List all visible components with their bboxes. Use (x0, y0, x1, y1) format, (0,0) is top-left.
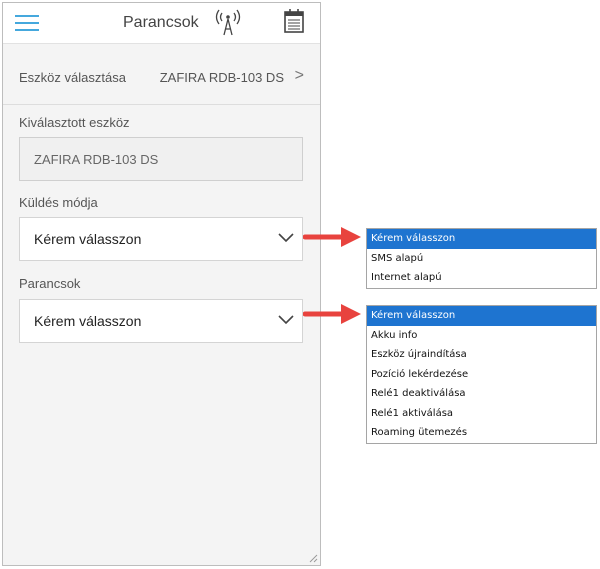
commands-value: Kérem válasszon (34, 313, 142, 329)
send-mode-option[interactable]: Kérem válasszon (367, 229, 596, 249)
resize-grip-icon[interactable] (308, 553, 318, 563)
selected-device-value: ZAFIRA RDB-103 DS (34, 152, 159, 167)
commands-option[interactable]: Kérem válasszon (367, 306, 596, 326)
send-mode-value: Kérem válasszon (34, 231, 142, 247)
calendar-icon[interactable] (283, 8, 305, 34)
phone-screen: Parancsok Eszköz választása ZAFIRA RDB-1… (2, 2, 321, 566)
send-mode-options-list: Kérem válasszon SMS alapú Internet alapú (366, 228, 597, 289)
commands-option[interactable]: Akku info (367, 326, 596, 346)
arrow-icon (303, 304, 361, 324)
chevron-down-icon (278, 233, 294, 243)
menu-icon[interactable] (15, 15, 39, 31)
arrow-icon (303, 227, 361, 247)
commands-option[interactable]: Relé1 aktiválása (367, 404, 596, 424)
antenna-icon[interactable] (215, 7, 241, 37)
device-select-label: Eszköz választása (19, 70, 126, 85)
send-mode-select[interactable]: Kérem válasszon (19, 217, 303, 261)
selected-device-label: Kiválasztott eszköz (19, 115, 130, 130)
chevron-down-icon (278, 315, 294, 325)
commands-option[interactable]: Eszköz újraindítása (367, 345, 596, 365)
commands-label: Parancsok (19, 276, 81, 291)
send-mode-option[interactable]: Internet alapú (367, 268, 596, 288)
top-bar: Parancsok (3, 3, 320, 44)
selected-device-field: ZAFIRA RDB-103 DS (19, 137, 303, 181)
commands-option[interactable]: Roaming ütemezés (367, 423, 596, 443)
send-mode-label: Küldés módja (19, 195, 98, 210)
divider (3, 104, 320, 105)
send-mode-option[interactable]: SMS alapú (367, 249, 596, 269)
commands-option[interactable]: Pozíció lekérdezése (367, 365, 596, 385)
commands-select[interactable]: Kérem válasszon (19, 299, 303, 343)
device-select-row[interactable]: Eszköz választása ZAFIRA RDB-103 DS > (3, 63, 320, 91)
chevron-right-icon: > (294, 67, 304, 84)
page-title: Parancsok (123, 14, 199, 31)
device-select-value: ZAFIRA RDB-103 DS (159, 70, 284, 85)
commands-option[interactable]: Relé1 deaktiválása (367, 384, 596, 404)
commands-options-list: Kérem válasszon Akku info Eszköz újraind… (366, 305, 597, 444)
